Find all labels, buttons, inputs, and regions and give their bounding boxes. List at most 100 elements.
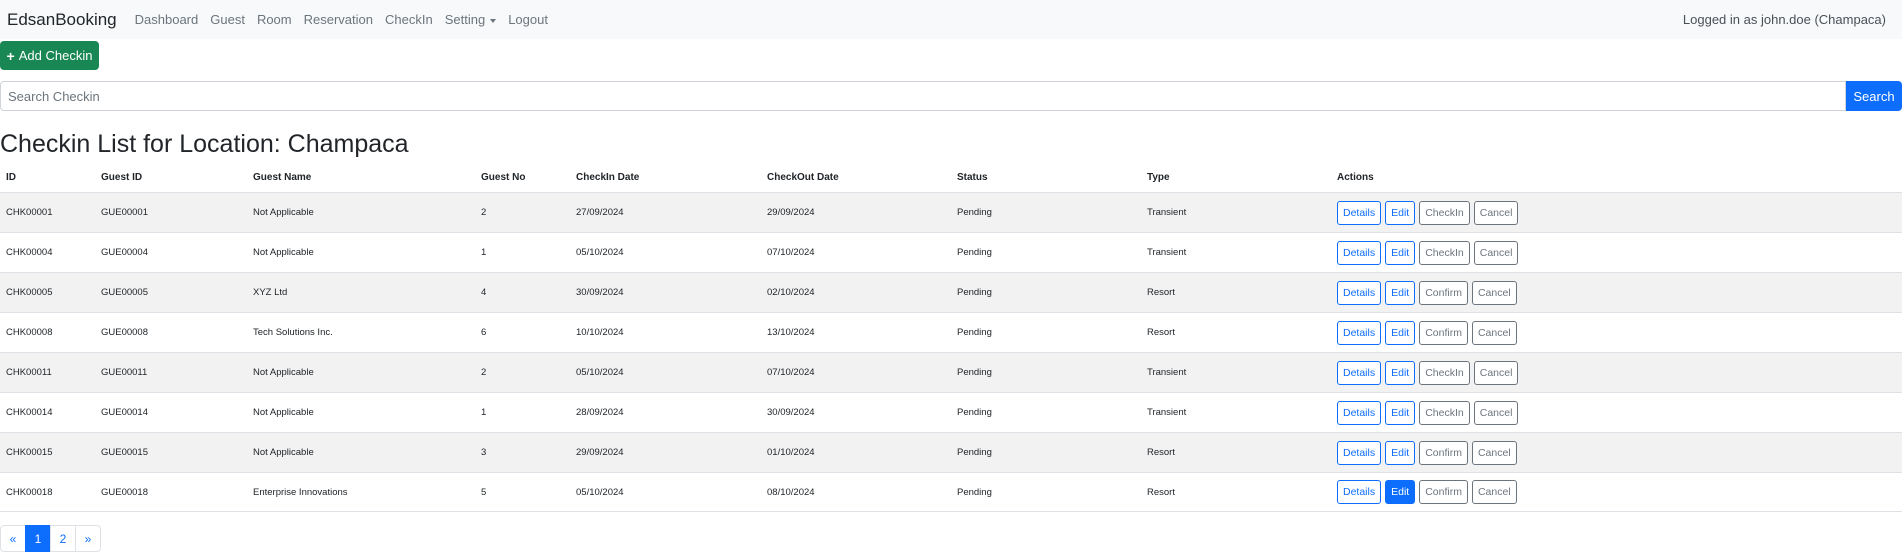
cell-checkout-date: 02/10/2024 xyxy=(767,287,815,298)
pagination-page-2[interactable]: 2 xyxy=(50,525,76,552)
cell-status: Pending xyxy=(957,447,992,458)
nav-checkin[interactable]: CheckIn xyxy=(385,12,433,27)
nav-guest[interactable]: Guest xyxy=(210,12,245,27)
checkin-button[interactable]: CheckIn xyxy=(1419,200,1470,225)
nav-reservation[interactable]: Reservation xyxy=(304,12,373,27)
cell-status: Pending xyxy=(957,287,992,298)
edit-button[interactable]: Edit xyxy=(1385,320,1416,345)
pagination-prev[interactable]: « xyxy=(0,525,26,552)
edit-button[interactable]: Edit xyxy=(1385,200,1416,225)
confirm-button[interactable]: Confirm xyxy=(1419,440,1468,465)
cell-type: Transient xyxy=(1147,207,1187,218)
brand-logo[interactable]: EdsanBooking xyxy=(7,10,117,30)
details-button[interactable]: Details xyxy=(1337,400,1382,425)
cell-checkin-date: 29/09/2024 xyxy=(576,447,624,458)
checkin-button[interactable]: CheckIn xyxy=(1419,400,1470,425)
confirm-button[interactable]: Confirm xyxy=(1419,320,1468,345)
cell-guest-id: GUE00018 xyxy=(101,486,149,498)
cancel-button[interactable]: Cancel xyxy=(1473,400,1519,425)
nav-logout[interactable]: Logout xyxy=(508,12,548,27)
cancel-button[interactable]: Cancel xyxy=(1473,240,1519,265)
header-actions: Actions xyxy=(1337,171,1374,183)
table-row: CHK00011 GUE00011 Not Applicable 2 05/10… xyxy=(0,352,1902,392)
cell-status: Pending xyxy=(957,207,992,218)
header-type: Type xyxy=(1147,171,1170,183)
details-button[interactable]: Details xyxy=(1337,200,1382,225)
cell-checkout-date: 08/10/2024 xyxy=(767,486,815,498)
edit-button[interactable]: Edit xyxy=(1385,240,1416,265)
cell-guest-name: Not Applicable xyxy=(253,367,314,378)
nav-dashboard[interactable]: Dashboard xyxy=(135,12,199,27)
table-row: CHK00015 GUE00015 Not Applicable 3 29/09… xyxy=(0,432,1902,472)
cell-type: Resort xyxy=(1147,447,1175,458)
plus-icon: + xyxy=(6,47,15,64)
page-title: Checkin List for Location: Champaca xyxy=(0,130,409,158)
search-input[interactable] xyxy=(0,81,1846,111)
details-button[interactable]: Details xyxy=(1337,240,1382,265)
header-guest-name: Guest Name xyxy=(253,171,312,183)
checkin-button[interactable]: CheckIn xyxy=(1419,360,1470,385)
cell-status: Pending xyxy=(957,407,992,418)
cell-guest-no: 5 xyxy=(481,486,487,498)
nav-setting-dropdown[interactable]: Setting xyxy=(444,12,497,27)
cancel-button[interactable]: Cancel xyxy=(1471,320,1517,345)
details-button[interactable]: Details xyxy=(1337,440,1382,465)
checkin-button[interactable]: CheckIn xyxy=(1419,240,1470,265)
edit-button[interactable]: Edit xyxy=(1385,480,1416,504)
cancel-button[interactable]: Cancel xyxy=(1473,200,1519,225)
details-button[interactable]: Details xyxy=(1337,320,1382,345)
edit-button[interactable]: Edit xyxy=(1385,400,1416,425)
edit-button[interactable]: Edit xyxy=(1385,360,1416,385)
row-actions: Details Edit Confirm Cancel xyxy=(1337,480,1517,504)
cell-id: CHK00008 xyxy=(6,327,53,338)
cell-guest-no: 2 xyxy=(481,207,487,218)
nav-setting-label: Setting xyxy=(444,12,486,27)
cell-type: Transient xyxy=(1147,407,1187,418)
row-actions: Details Edit Confirm Cancel xyxy=(1337,440,1517,465)
cell-type: Transient xyxy=(1147,367,1187,378)
confirm-button[interactable]: Confirm xyxy=(1419,480,1468,504)
table-row: CHK00014 GUE00014 Not Applicable 1 28/09… xyxy=(0,392,1902,432)
pagination-next[interactable]: » xyxy=(75,525,101,552)
cell-id: CHK00015 xyxy=(6,447,53,458)
cell-checkin-date: 27/09/2024 xyxy=(576,207,624,218)
row-actions: Details Edit CheckIn Cancel xyxy=(1337,360,1519,385)
cell-guest-name: Not Applicable xyxy=(253,207,314,218)
details-button[interactable]: Details xyxy=(1337,360,1382,385)
header-id: ID xyxy=(6,171,16,183)
cancel-button[interactable]: Cancel xyxy=(1471,280,1517,305)
cancel-button[interactable]: Cancel xyxy=(1473,360,1519,385)
cell-checkout-date: 13/10/2024 xyxy=(767,327,815,338)
cell-guest-name: Not Applicable xyxy=(253,407,314,418)
cancel-button[interactable]: Cancel xyxy=(1471,440,1517,465)
cell-checkin-date: 28/09/2024 xyxy=(576,407,624,418)
checkin-table: ID Guest ID Guest Name Guest No CheckIn … xyxy=(0,162,1902,512)
cell-guest-no: 2 xyxy=(481,367,487,378)
add-checkin-button[interactable]: + Add Checkin xyxy=(0,41,99,70)
cell-status: Pending xyxy=(957,327,992,338)
confirm-button[interactable]: Confirm xyxy=(1419,280,1468,305)
cell-type: Transient xyxy=(1147,247,1187,258)
row-actions: Details Edit CheckIn Cancel xyxy=(1337,240,1519,265)
cell-guest-id: GUE00014 xyxy=(101,407,149,418)
cell-guest-no: 4 xyxy=(481,287,487,298)
cell-guest-name: Tech Solutions Inc. xyxy=(253,327,333,338)
search-button[interactable]: Search xyxy=(1846,81,1902,111)
cell-checkin-date: 05/10/2024 xyxy=(576,247,624,258)
pagination: « 1 2 » xyxy=(0,525,101,552)
details-button[interactable]: Details xyxy=(1337,480,1382,504)
table-row: CHK00005 GUE00005 XYZ Ltd 4 30/09/2024 0… xyxy=(0,272,1902,312)
nav-room[interactable]: Room xyxy=(257,12,292,27)
pagination-page-1[interactable]: 1 xyxy=(25,525,51,552)
cancel-button[interactable]: Cancel xyxy=(1471,480,1517,504)
edit-button[interactable]: Edit xyxy=(1385,440,1416,465)
details-button[interactable]: Details xyxy=(1337,280,1382,305)
cell-checkout-date: 07/10/2024 xyxy=(767,367,815,378)
logged-in-user: Logged in as john.doe (Champaca) xyxy=(1682,12,1886,27)
header-status: Status xyxy=(957,171,988,183)
cell-guest-id: GUE00011 xyxy=(101,367,148,378)
cell-status: Pending xyxy=(957,247,992,258)
edit-button[interactable]: Edit xyxy=(1385,280,1416,305)
top-navbar: EdsanBooking Dashboard Guest Room Reserv… xyxy=(0,0,1902,39)
row-actions: Details Edit Confirm Cancel xyxy=(1337,280,1517,305)
